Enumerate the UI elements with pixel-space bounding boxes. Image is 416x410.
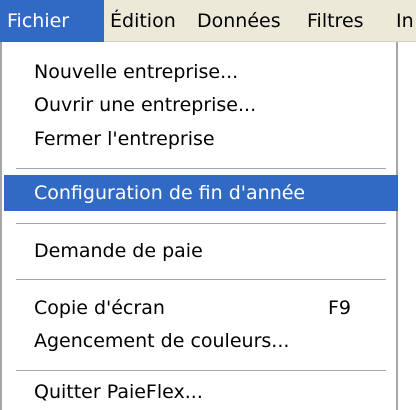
menu-insertion-partial[interactable]: In: [396, 0, 414, 42]
menu-filtres[interactable]: Filtres: [307, 0, 364, 42]
menu-bar: Fichier Édition Données Filtres In: [0, 0, 416, 42]
menu-item-fermer-entreprise[interactable]: Fermer l'entreprise: [4, 123, 398, 156]
menu-item-agencement-couleurs[interactable]: Agencement de couleurs...: [4, 325, 398, 358]
menu-item-label: Configuration de fin d'année: [34, 182, 306, 204]
menu-item-label: Quitter PaieFlex...: [34, 381, 203, 403]
menu-item-quitter[interactable]: Quitter PaieFlex...: [4, 376, 398, 409]
menu-item-nouvelle-entreprise[interactable]: Nouvelle entreprise...: [4, 56, 398, 89]
menu-item-label: Fermer l'entreprise: [34, 128, 215, 150]
menu-item-label: Agencement de couleurs...: [34, 330, 290, 352]
menu-separator: [16, 279, 386, 281]
menu-item-label: Ouvrir une entreprise...: [34, 94, 257, 116]
menu-item-label: Copie d'écran: [34, 297, 165, 319]
menu-item-ouvrir-entreprise[interactable]: Ouvrir une entreprise...: [4, 89, 398, 122]
menu-fichier[interactable]: Fichier: [0, 0, 104, 42]
menu-item-configuration-fin-annee[interactable]: Configuration de fin d'année: [4, 175, 398, 211]
menu-edition[interactable]: Édition: [110, 0, 176, 42]
fichier-dropdown-menu: Nouvelle entreprise... Ouvrir une entrep…: [0, 42, 398, 410]
menu-item-copie-ecran[interactable]: Copie d'écran F9: [4, 292, 398, 325]
menu-item-label: Demande de paie: [34, 240, 203, 262]
menu-donnees[interactable]: Données: [197, 0, 281, 42]
menu-item-demande-de-paie[interactable]: Demande de paie: [4, 235, 398, 268]
menu-separator: [16, 370, 386, 372]
menu-item-label: Nouvelle entreprise...: [34, 61, 239, 83]
menu-separator: [16, 168, 386, 170]
menu-separator: [16, 223, 386, 225]
menu-item-shortcut: F9: [328, 297, 352, 319]
